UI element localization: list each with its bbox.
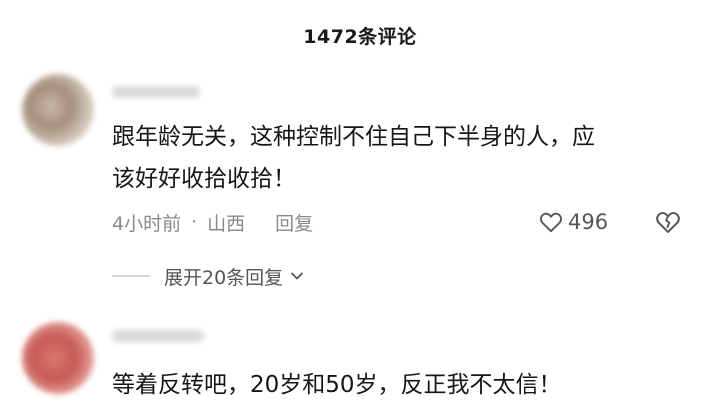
- comment-text-line: 该好好收拾收拾！: [112, 166, 296, 192]
- like-count: 496: [568, 210, 609, 234]
- meta-separator: ·: [191, 211, 198, 233]
- divider-line: [112, 275, 150, 277]
- reply-button[interactable]: 回复: [275, 209, 313, 236]
- comment-time: 4小时前: [112, 212, 182, 235]
- comment-text: 跟年龄无关，这种控制不住自己下半身的人，应 该好好收拾收拾！: [112, 116, 702, 200]
- broken-heart-icon[interactable]: [654, 208, 682, 236]
- chevron-down-icon: [291, 272, 304, 280]
- avatar[interactable]: [22, 74, 94, 146]
- expand-replies-button[interactable]: 展开20条回复: [112, 260, 305, 292]
- comment-meta: 4小时前 · 山西 回复: [112, 206, 313, 238]
- comment-location: 山西: [207, 212, 246, 235]
- expand-replies-label: 展开20条回复: [164, 266, 284, 289]
- avatar[interactable]: [22, 322, 94, 394]
- comment-text-line: 等着反转吧，20岁和50岁，反正我不太信！: [112, 372, 562, 398]
- comments-count-title: 1472条评论: [303, 26, 417, 48]
- comments-panel: 1472条评论 跟年龄无关，这种控制不住自己下半身的人，应 该好好收拾收拾！ 4…: [0, 0, 720, 405]
- username-blurred[interactable]: [112, 86, 200, 98]
- like-button[interactable]: 496: [538, 206, 608, 238]
- heart-outline-icon: [540, 212, 562, 233]
- comment-text: 等着反转吧，20岁和50岁，反正我不太信！: [112, 364, 702, 405]
- comment-text-line: 跟年龄无关，这种控制不住自己下半身的人，应: [112, 124, 595, 150]
- username-blurred[interactable]: [112, 330, 204, 342]
